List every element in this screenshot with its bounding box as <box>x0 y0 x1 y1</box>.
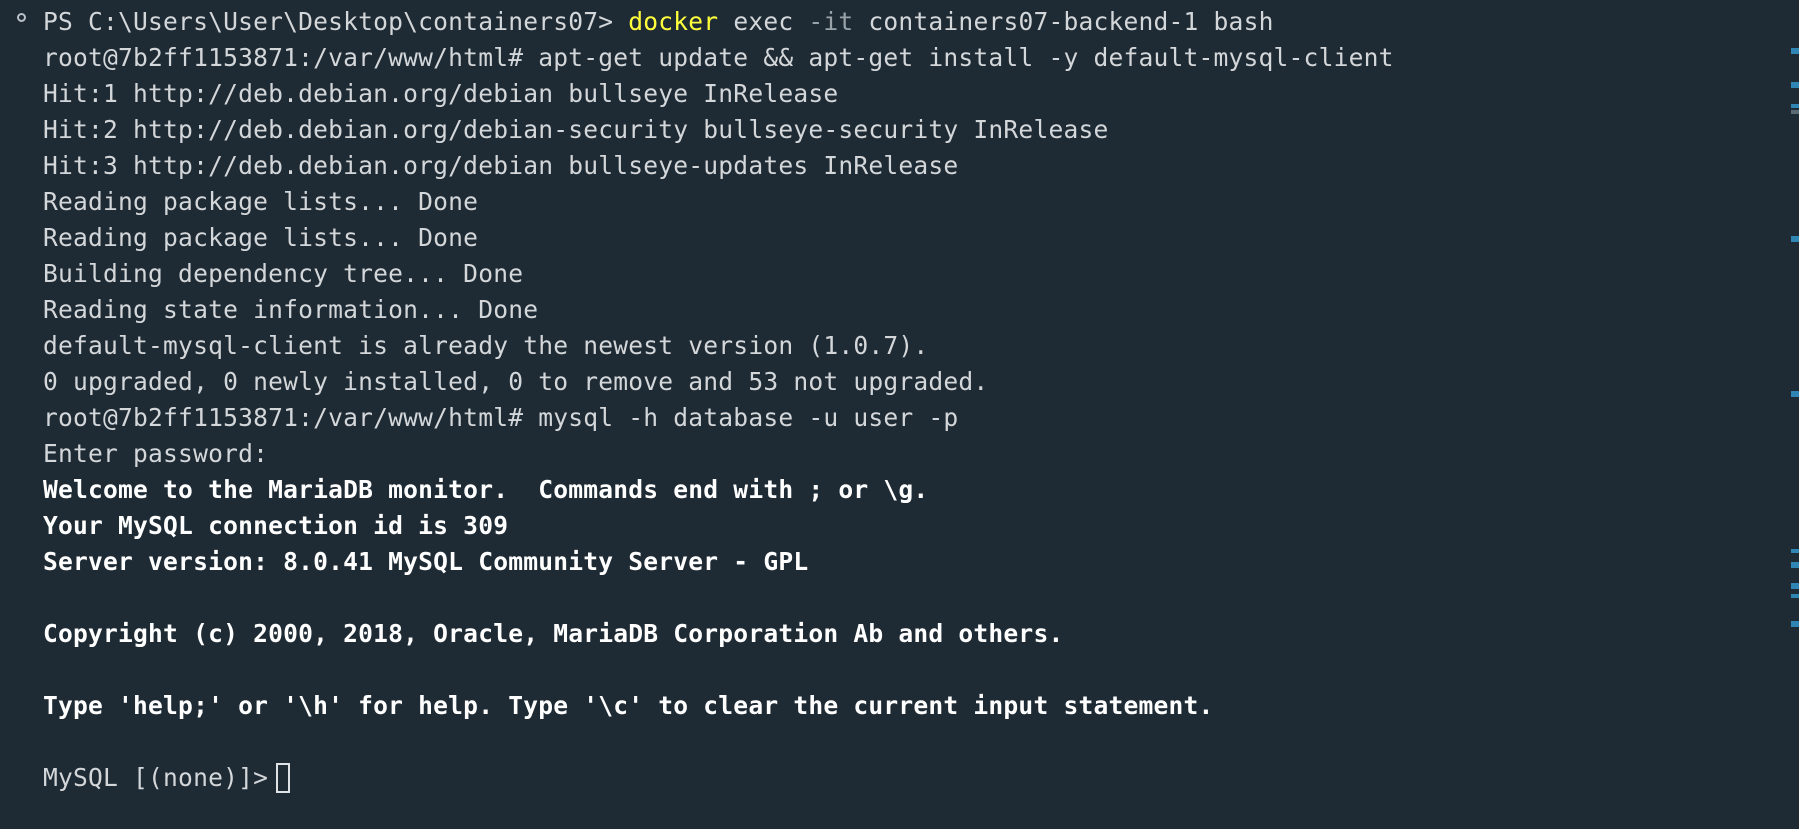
terminal-line: Enter password: <box>43 439 269 468</box>
terminal-line: Hit:2 http://deb.debian.org/debian-secur… <box>43 115 1109 144</box>
terminal-line: Reading state information... Done <box>43 295 539 324</box>
scroll-marker <box>1791 391 1799 397</box>
terminal-line: Reading package lists... Done <box>43 187 479 216</box>
terminal-line: root@7b2ff1153871:/var/www/html# apt-get… <box>43 43 1394 72</box>
scroll-marker <box>1791 621 1799 627</box>
terminal-line: default-mysql-client is already the newe… <box>43 331 929 360</box>
mariadb-welcome-line: Welcome to the MariaDB monitor. Commands… <box>43 475 929 504</box>
scroll-marker <box>1791 110 1799 114</box>
exec-subcommand: exec <box>718 7 809 36</box>
powershell-prompt: PS C:\Users\User\Desktop\containers07> <box>43 7 629 36</box>
mariadb-connection-line: Your MySQL connection id is 309 <box>43 511 509 540</box>
terminal-command-line: PS C:\Users\User\Desktop\containers07> d… <box>43 4 1394 40</box>
mariadb-server-version-line: Server version: 8.0.41 MySQL Community S… <box>43 547 809 576</box>
terminal-line: Reading package lists... Done <box>43 223 479 252</box>
terminal-line: Hit:3 http://deb.debian.org/debian bulls… <box>43 151 959 180</box>
cursor-block <box>276 763 291 793</box>
scroll-marker <box>1791 562 1799 568</box>
terminal-panel[interactable]: PS C:\Users\User\Desktop\containers07> d… <box>0 0 1799 829</box>
scroll-marker <box>1791 583 1799 589</box>
terminal-line: 0 upgraded, 0 newly installed, 0 to remo… <box>43 367 989 396</box>
docker-command: docker <box>628 7 719 36</box>
scroll-marker <box>1791 104 1799 108</box>
command-status-circle-icon[interactable] <box>17 13 26 22</box>
scroll-marker <box>1791 48 1799 54</box>
terminal-line: Hit:1 http://deb.debian.org/debian bulls… <box>43 79 839 108</box>
mysql-prompt-line[interactable]: MySQL [(none)]> <box>43 760 1394 796</box>
command-arguments: containers07-backend-1 bash <box>853 7 1274 36</box>
scroll-marker <box>1791 594 1799 598</box>
terminal-output: PS C:\Users\User\Desktop\containers07> d… <box>43 4 1394 796</box>
terminal-line: Building dependency tree... Done <box>43 259 524 288</box>
mariadb-copyright-line: Copyright (c) 2000, 2018, Oracle, MariaD… <box>43 619 1064 648</box>
terminal-line: root@7b2ff1153871:/var/www/html# mysql -… <box>43 403 959 432</box>
overview-ruler[interactable] <box>1790 0 1799 829</box>
scroll-marker <box>1791 549 1799 553</box>
mysql-prompt: MySQL [(none)]> <box>43 763 269 792</box>
it-flag: -it <box>808 7 854 36</box>
scroll-marker <box>1791 82 1799 88</box>
mariadb-help-line: Type 'help;' or '\h' for help. Type '\c'… <box>43 691 1214 720</box>
scroll-marker <box>1791 236 1799 242</box>
